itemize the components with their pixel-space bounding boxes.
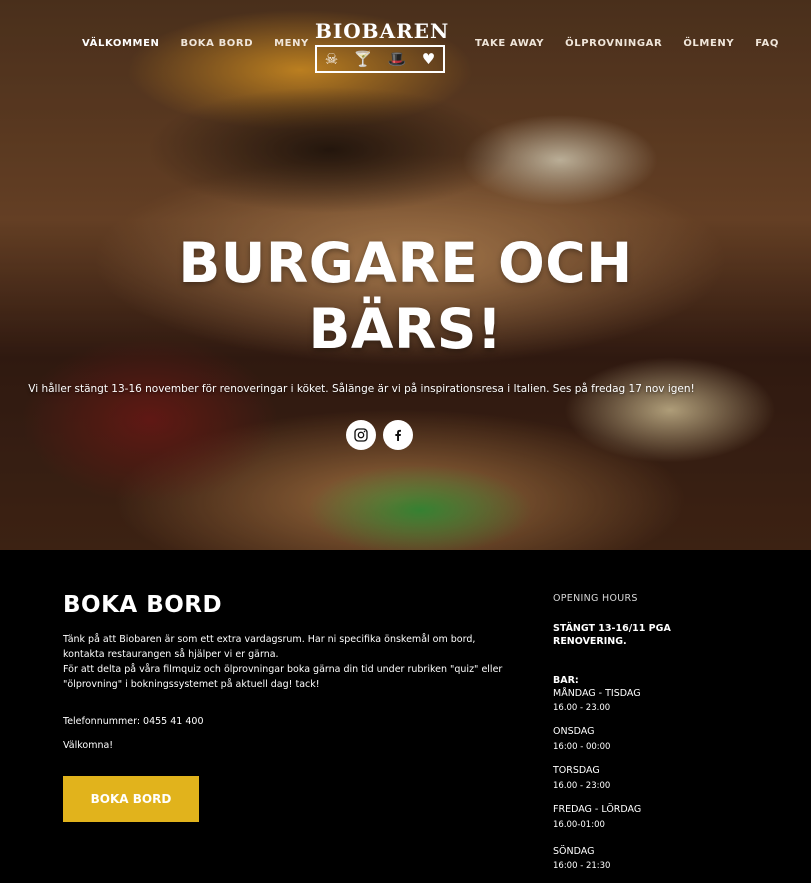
hours-day: MÅNDAG - TISDAG	[553, 688, 641, 699]
phone-number: Telefonnummer: 0455 41 400	[63, 716, 204, 727]
hours-day: SÖNDAG	[553, 846, 595, 857]
nav-item-boka-bord[interactable]: BOKA BORD	[180, 38, 253, 49]
hours-day: TORSDAG	[553, 765, 600, 776]
hours-time: 16.00-01:00	[553, 820, 605, 830]
closed-notice-line2: RENOVERING.	[553, 636, 627, 647]
cocktail-glass-icon: 🍸	[353, 49, 373, 68]
hero-title: BURGARE OCH BÄRS!	[0, 230, 811, 362]
closed-notice: STÄNGT 13-16/11 PGA RENOVERING.	[553, 622, 793, 648]
logo[interactable]: BIOBAREN ☠ 🍸 🎩 ♥	[315, 19, 450, 74]
instagram-button[interactable]	[346, 420, 376, 450]
nav-item-olmeny[interactable]: ÖLMENY	[683, 38, 734, 49]
bowler-hat-icon: 🎩	[387, 49, 407, 68]
logo-icon-strip: ☠ 🍸 🎩 ♥	[315, 45, 445, 73]
welcome-text: Välkomna!	[63, 740, 114, 751]
booking-paragraph-1: Tänk på att Biobaren är som ett extra va…	[63, 634, 476, 660]
booking-paragraph-2: För att delta på våra filmquiz och ölpro…	[63, 664, 503, 690]
hours-day: FREDAG - LÖRDAG	[553, 804, 642, 815]
nav-item-valkommen[interactable]: VÄLKOMMEN	[82, 38, 159, 49]
opening-hours: OPENING HOURS STÄNGT 13-16/11 PGA RENOVE…	[553, 593, 793, 871]
closed-notice-line1: STÄNGT 13-16/11 PGA	[553, 623, 671, 634]
booking-title: BOKA BORD	[63, 592, 223, 618]
heart-icon: ♥	[421, 49, 436, 68]
hours-time: 16:00 - 21:30	[553, 861, 611, 871]
hours-time: 16.00 - 23:00	[553, 781, 611, 791]
booking-description: Tänk på att Biobaren är som ett extra va…	[63, 632, 513, 692]
skull-icon: ☠	[324, 49, 339, 68]
nav-item-take-away[interactable]: TAKE AWAY	[475, 38, 544, 49]
logo-text: BIOBAREN	[315, 19, 450, 43]
hero-title-line2: BÄRS!	[308, 297, 503, 361]
hero-subtitle: Vi håller stängt 13-16 november för reno…	[28, 383, 695, 395]
nav-item-meny[interactable]: MENY	[274, 38, 309, 49]
nav-right: TAKE AWAY ÖLPROVNINGAR ÖLMENY FAQ	[475, 38, 779, 49]
opening-hours-title: OPENING HOURS	[553, 593, 638, 604]
nav-item-faq[interactable]: FAQ	[755, 38, 779, 49]
bar-label: BAR:	[553, 675, 579, 686]
instagram-icon	[354, 428, 368, 442]
nav-left: VÄLKOMMEN BOKA BORD MENY	[82, 38, 309, 49]
hours-day: ONSDAG	[553, 726, 595, 737]
facebook-button[interactable]	[383, 420, 413, 450]
hours-time: 16.00 - 23.00	[553, 703, 611, 713]
facebook-icon	[395, 429, 401, 441]
nav-item-olprovningar[interactable]: ÖLPROVNINGAR	[565, 38, 662, 49]
hours-time: 16:00 - 00:00	[553, 742, 611, 752]
hero-section: VÄLKOMMEN BOKA BORD MENY BIOBAREN ☠ 🍸 🎩 …	[0, 0, 811, 550]
hero-title-line1: BURGARE OCH	[178, 231, 633, 295]
book-table-button[interactable]: BOKA BORD	[63, 776, 199, 822]
